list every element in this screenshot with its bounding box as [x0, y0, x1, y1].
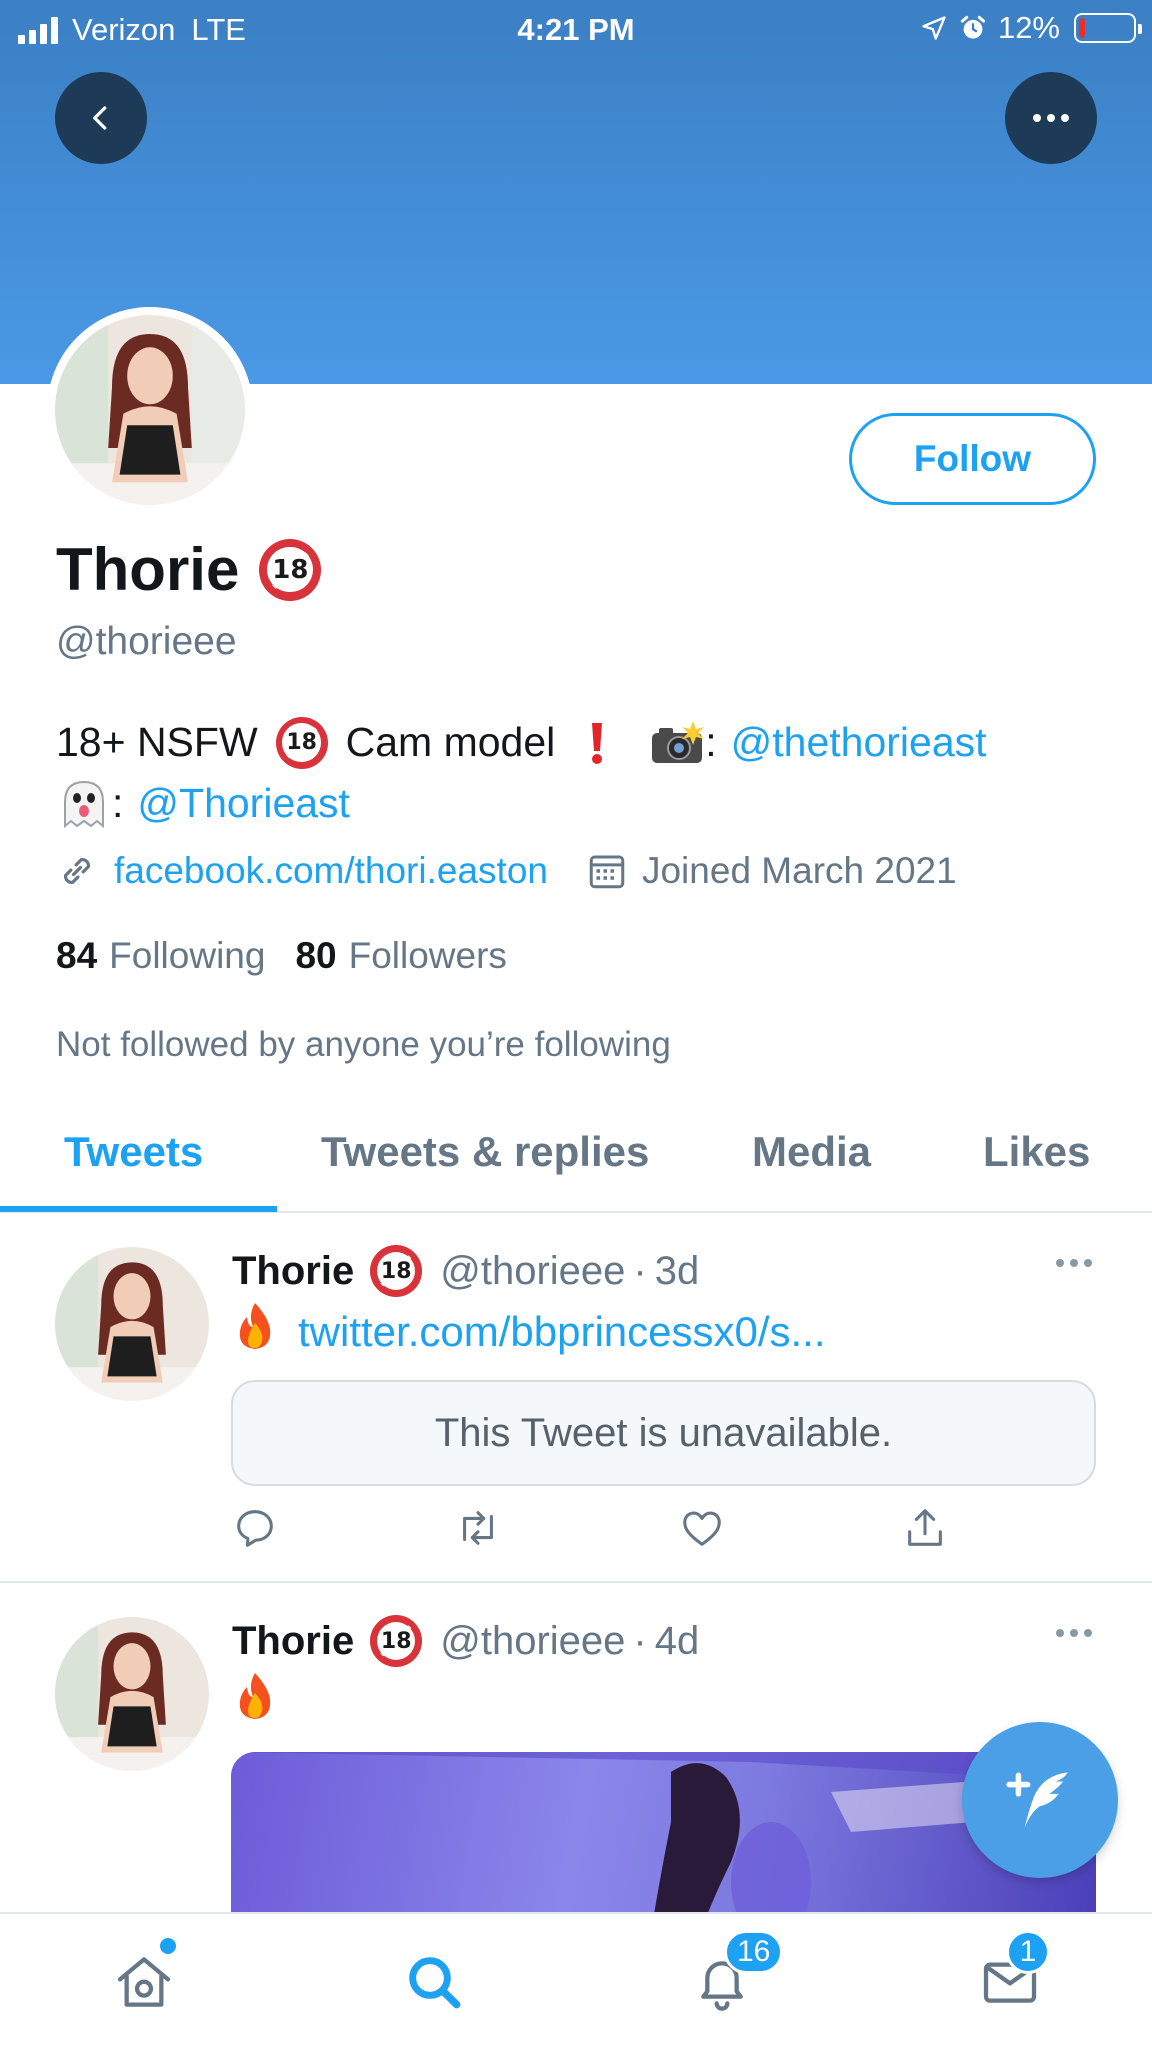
like-icon[interactable] — [679, 1505, 725, 1551]
profile-display-name: Thorie 18 — [56, 535, 322, 604]
nav-messages[interactable]: 1 — [978, 1930, 1050, 2014]
battery-icon — [1074, 13, 1142, 43]
reply-icon[interactable] — [232, 1505, 278, 1551]
tweet-avatar[interactable] — [55, 1617, 209, 1771]
tweet-text — [232, 1671, 278, 1732]
tweet-author-name[interactable]: Thorie — [232, 1249, 354, 1294]
fire-icon — [232, 1301, 278, 1362]
eighteen-plus-icon: 18 — [370, 1245, 423, 1297]
followers-label: Followers — [348, 935, 507, 976]
bio-link-thethorieast[interactable]: @thethorieast — [731, 712, 987, 773]
tweet-text: twitter.com/bbprincessx0/s... — [232, 1301, 826, 1362]
messages-count-badge: 1 — [1006, 1930, 1050, 1974]
retweet-icon[interactable] — [455, 1505, 501, 1551]
share-icon[interactable] — [902, 1505, 948, 1551]
bio-colon-1: : — [705, 719, 717, 765]
avatar-photo — [55, 1617, 209, 1771]
tweet-author-name[interactable]: Thorie — [232, 1619, 354, 1664]
following-count: 84 — [56, 935, 98, 976]
profile-tabs: Tweets Tweets & replies Media Likes — [0, 1108, 1152, 1213]
tweet-time: 4d — [654, 1618, 700, 1663]
camera-flash-icon — [649, 715, 705, 771]
eighteen-plus-icon: 18 — [370, 1615, 423, 1667]
profile-handle: @thorieee — [56, 620, 237, 663]
status-right: 12% — [920, 10, 1142, 46]
profile-joined-date: Joined March 2021 — [641, 850, 957, 891]
fire-icon — [232, 1671, 278, 1732]
tweet-header: Thorie 18 @thorieee · 3d — [232, 1245, 699, 1297]
tweet-author-handle: @thorieee — [440, 1248, 626, 1293]
exclamation-icon — [569, 715, 625, 771]
bio-text-nsfw: 18+ NSFW — [56, 719, 258, 765]
profile-website-link[interactable]: facebook.com/thori.easton — [114, 850, 548, 892]
home-icon — [117, 1957, 171, 2007]
eighteen-plus-icon: 18 — [259, 538, 322, 601]
calendar-icon — [589, 855, 625, 889]
bio-link-thorieast[interactable]: @Thorieast — [137, 773, 350, 834]
mutuals-note: Not followed by anyone you’re following — [56, 1025, 671, 1064]
compose-tweet-button[interactable] — [962, 1722, 1118, 1878]
tweet-separator: · — [633, 1248, 647, 1293]
tab-tweets-and-replies[interactable]: Tweets & replies — [321, 1128, 649, 1176]
profile-avatar[interactable] — [47, 307, 253, 513]
bio-colon-2: : — [112, 780, 124, 826]
tweet-separator: · — [633, 1618, 647, 1663]
profile-name: Thorie — [56, 536, 240, 603]
active-tab-indicator — [0, 1206, 277, 1212]
tab-media[interactable]: Media — [752, 1128, 871, 1176]
follow-button[interactable]: Follow — [849, 413, 1096, 505]
followers-count-link[interactable]: 80 Followers — [295, 935, 506, 977]
tweet[interactable]: Thorie 18 @thorieee · 3d twitter.com/bbp… — [0, 1215, 1152, 1583]
profile-counts: 84 Following 80 Followers — [56, 935, 507, 977]
search-icon — [409, 1957, 461, 2009]
tweet-more-button[interactable] — [1056, 1259, 1092, 1267]
nav-home[interactable] — [112, 1938, 176, 2014]
ghost-icon — [56, 776, 112, 832]
avatar-photo — [55, 315, 245, 505]
home-new-indicator — [160, 1938, 176, 1954]
more-options-button[interactable] — [1005, 72, 1097, 164]
nav-notifications[interactable]: 16 — [690, 1930, 784, 2014]
status-bar: Verizon LTE 4:21 PM 12% — [0, 0, 1152, 58]
followers-count: 80 — [295, 935, 337, 976]
bottom-navigation: 16 1 — [0, 1912, 1152, 2048]
following-count-link[interactable]: 84 Following — [56, 935, 265, 977]
alarm-icon — [960, 15, 986, 39]
bio-text-cam-model: Cam model — [345, 719, 556, 765]
quoted-tweet-unavailable[interactable]: This Tweet is unavailable. — [231, 1380, 1096, 1486]
bio-line-2: : @Thorieast — [56, 773, 1106, 834]
avatar-photo — [55, 1247, 209, 1401]
more-horizontal-icon — [1033, 114, 1069, 122]
tweet-avatar[interactable] — [55, 1247, 209, 1401]
profile-meta: facebook.com/thori.easton Joined March 2… — [56, 850, 957, 892]
location-arrow-icon — [922, 16, 946, 40]
tweet-header: Thorie 18 @thorieee · 4d — [232, 1615, 699, 1667]
tab-likes[interactable]: Likes — [983, 1128, 1090, 1176]
tab-tweets[interactable]: Tweets — [64, 1128, 203, 1176]
chevron-left-icon — [93, 106, 107, 130]
tweet-author-handle: @thorieee — [440, 1618, 626, 1663]
following-label: Following — [109, 935, 266, 976]
battery-percent: 12% — [997, 10, 1060, 45]
compose-feather-icon — [1006, 1772, 1068, 1828]
battery-level — [1079, 18, 1085, 38]
profile-bio: 18+ NSFW 18 Cam model : @thethorieast: … — [56, 712, 1106, 834]
link-icon — [64, 858, 90, 884]
eighteen-plus-icon: 18 — [275, 716, 328, 769]
tweet-more-button[interactable] — [1056, 1629, 1092, 1637]
tweet-actions — [232, 1505, 992, 1555]
tweet-time: 3d — [654, 1248, 700, 1293]
tweet-link[interactable]: twitter.com/bbprincessx0/s... — [298, 1308, 826, 1356]
notifications-count-badge: 16 — [724, 1930, 784, 1974]
bio-line-1: 18+ NSFW 18 Cam model : @thethorieast — [56, 712, 1106, 773]
back-button[interactable] — [55, 72, 147, 164]
nav-search[interactable] — [402, 1950, 466, 2014]
